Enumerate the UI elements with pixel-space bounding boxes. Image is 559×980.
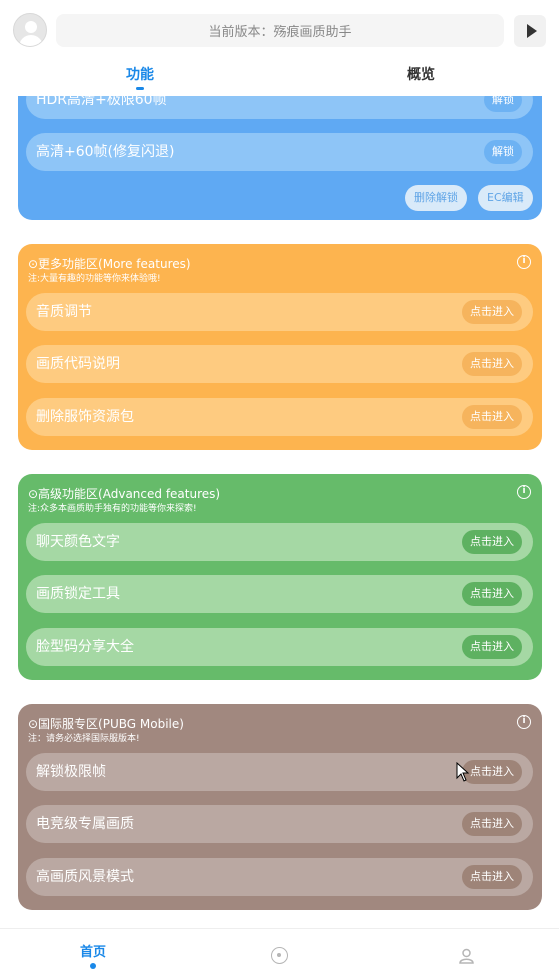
app-header: 当前版本：殇痕画质助手 功能 概览 bbox=[0, 0, 559, 96]
play-button[interactable] bbox=[514, 15, 546, 47]
play-icon bbox=[526, 24, 537, 38]
feature-row-lock-tool[interactable]: 画质锁定工具 点击进入 bbox=[26, 575, 533, 613]
avatar[interactable] bbox=[13, 13, 47, 47]
feature-row-label: 电竞级专属画质 bbox=[36, 816, 134, 832]
enter-button[interactable]: 点击进入 bbox=[462, 300, 522, 324]
pubg-mobile-card: ⊙国际服专区(PUBG Mobile) 注：请务必选择国际服版本! i 解锁极限… bbox=[18, 704, 542, 910]
enter-button[interactable]: 点击进入 bbox=[462, 760, 522, 784]
feature-row-scenery-mode[interactable]: 高画质风景模式 点击进入 bbox=[26, 858, 533, 896]
enter-button[interactable]: 点击进入 bbox=[462, 635, 522, 659]
feature-row-label: 解锁极限帧 bbox=[36, 764, 106, 780]
card-title: ⊙高级功能区(Advanced features) bbox=[28, 487, 221, 501]
nav-home-label: 首页 bbox=[80, 945, 107, 960]
version-text: 当前版本：殇痕画质助手 bbox=[208, 25, 352, 40]
unlock-row-60fps[interactable]: 高清+60帧(修复闪退) 解锁 bbox=[26, 133, 533, 171]
version-bar[interactable]: 当前版本：殇痕画质助手 bbox=[56, 14, 504, 47]
info-icon[interactable]: i bbox=[517, 485, 531, 499]
tab-indicator bbox=[136, 87, 144, 90]
enter-button[interactable]: 点击进入 bbox=[462, 812, 522, 836]
card-title: ⊙更多功能区(More features) bbox=[28, 257, 191, 271]
feature-row-esports-quality[interactable]: 电竞级专属画质 点击进入 bbox=[26, 805, 533, 843]
feature-row-delete-costume[interactable]: 删除服饰资源包 点击进入 bbox=[26, 398, 533, 436]
enter-button[interactable]: 点击进入 bbox=[462, 405, 522, 429]
info-icon[interactable]: i bbox=[517, 715, 531, 729]
tab-functions[interactable]: 功能 bbox=[126, 64, 154, 84]
unlock-button[interactable]: 解锁 bbox=[484, 140, 522, 164]
feature-row-label: 画质锁定工具 bbox=[36, 586, 120, 602]
enter-button[interactable]: 点击进入 bbox=[462, 582, 522, 606]
tab-overview[interactable]: 概览 bbox=[407, 64, 435, 84]
feature-row-label: 高画质风景模式 bbox=[36, 869, 134, 885]
feature-row-label: 删除服饰资源包 bbox=[36, 409, 134, 425]
feature-row-audio[interactable]: 音质调节 点击进入 bbox=[26, 293, 533, 331]
user-icon[interactable] bbox=[458, 947, 475, 964]
feature-row-code-desc[interactable]: 画质代码说明 点击进入 bbox=[26, 345, 533, 383]
avatar-body bbox=[19, 35, 43, 46]
bottom-nav: 首页 bbox=[0, 928, 559, 980]
feature-row-label: 画质代码说明 bbox=[36, 356, 120, 372]
more-features-card: ⊙更多功能区(More features) 注:大量有趣的功能等你来体验哦! i… bbox=[18, 244, 542, 450]
enter-button[interactable]: 点击进入 bbox=[462, 530, 522, 554]
unlock-row-label: 高清+60帧(修复闪退) bbox=[36, 144, 175, 160]
card-note: 注：请务必选择国际服版本! bbox=[28, 734, 140, 744]
compass-icon[interactable] bbox=[271, 947, 288, 964]
enter-button[interactable]: 点击进入 bbox=[462, 865, 522, 889]
feature-row-label: 脸型码分享大全 bbox=[36, 639, 134, 655]
ec-edit-button[interactable]: EC编辑 bbox=[478, 185, 533, 211]
feature-row-label: 聊天颜色文字 bbox=[36, 534, 120, 550]
feature-row-face-code[interactable]: 脸型码分享大全 点击进入 bbox=[26, 628, 533, 666]
card-note: 注:众多本画质助手独有的功能等你来探索! bbox=[28, 504, 197, 514]
feature-row-chat-color[interactable]: 聊天颜色文字 点击进入 bbox=[26, 523, 533, 561]
avatar-head bbox=[25, 21, 37, 33]
info-icon[interactable]: i bbox=[517, 255, 531, 269]
nav-active-dot bbox=[90, 963, 96, 969]
enter-button[interactable]: 点击进入 bbox=[462, 352, 522, 376]
advanced-features-card: ⊙高级功能区(Advanced features) 注:众多本画质助手独有的功能… bbox=[18, 474, 542, 680]
delete-unlock-button[interactable]: 删除解锁 bbox=[405, 185, 467, 211]
feature-row-label: 音质调节 bbox=[36, 304, 92, 320]
card-note: 注:大量有趣的功能等你来体验哦! bbox=[28, 274, 161, 284]
tab-bar: 功能 概览 bbox=[0, 60, 559, 96]
card-title: ⊙国际服专区(PUBG Mobile) bbox=[28, 717, 184, 731]
mouse-cursor-icon bbox=[456, 762, 470, 782]
